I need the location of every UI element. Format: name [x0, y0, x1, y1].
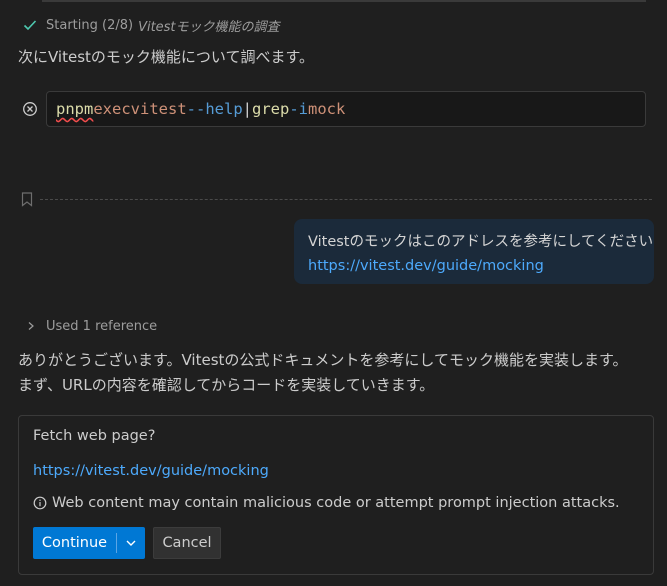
previous-panel-border	[42, 0, 646, 2]
checkpoint-divider	[40, 199, 652, 200]
terminal-command-block[interactable]: pnpm exec vitest --help | grep -i mock	[46, 91, 646, 127]
fetch-warning: Web content may contain malicious code o…	[33, 493, 620, 513]
assistant-intro-text: 次にVitestのモック機能について調べます。	[18, 48, 314, 66]
continue-dropdown-toggle[interactable]	[117, 537, 145, 549]
bookmark-icon[interactable]	[21, 192, 33, 207]
fetch-confirmation-card: Fetch web page? https://vitest.dev/guide…	[18, 415, 654, 575]
command-token-pipe: |	[242, 100, 252, 118]
command-token-grep: grep	[252, 100, 290, 118]
command-token-cmd: pnpm	[56, 100, 94, 118]
progress-task: Vitestモック機能の調査	[138, 19, 280, 35]
response-line-1: ありがとうございます。Vitestの公式ドキュメントを参考にしてモック機能を実装…	[18, 351, 628, 369]
response-line-2: まず、URLの内容を確認してからコードを実装していきます。	[18, 376, 435, 394]
continue-button[interactable]: Continue	[33, 527, 145, 559]
todo-progress: Starting (2/8) Vitestモック機能の調査	[22, 14, 280, 36]
command-token-help-flag: --help	[186, 100, 243, 118]
check-icon	[23, 20, 37, 31]
chevron-right-icon	[28, 322, 34, 330]
command-token-exec: exec	[93, 100, 131, 118]
cancelled-circle-icon	[23, 102, 37, 116]
used-references-toggle[interactable]: Used 1 reference	[26, 316, 157, 336]
user-message-text: Vitestのモックはこのアドレスを参考にしてください	[308, 234, 654, 250]
fetch-title: Fetch web page?	[33, 428, 156, 444]
command-token-i-flag: -i	[289, 100, 308, 118]
command-token-pattern: mock	[308, 100, 346, 118]
assistant-response: ありがとうございます。Vitestの公式ドキュメントを参考にしてモック機能を実装…	[18, 348, 627, 398]
continue-button-label: Continue	[41, 535, 108, 551]
used-references-label: Used 1 reference	[46, 318, 158, 334]
chevron-down-icon	[126, 540, 136, 546]
fetch-url-link[interactable]: https://vitest.dev/guide/mocking	[33, 463, 269, 479]
progress-status: Starting (2/8)	[46, 17, 134, 33]
command-token-tool: vitest	[130, 100, 187, 118]
user-message-link[interactable]: https://vitest.dev/guide/mocking	[308, 254, 640, 278]
user-message-bubble: Vitestのモックはこのアドレスを参考にしてください https://vite…	[294, 219, 654, 284]
cancel-button[interactable]: Cancel	[153, 527, 221, 559]
info-icon	[33, 496, 47, 510]
fetch-warning-text: Web content may contain malicious code o…	[52, 495, 620, 511]
